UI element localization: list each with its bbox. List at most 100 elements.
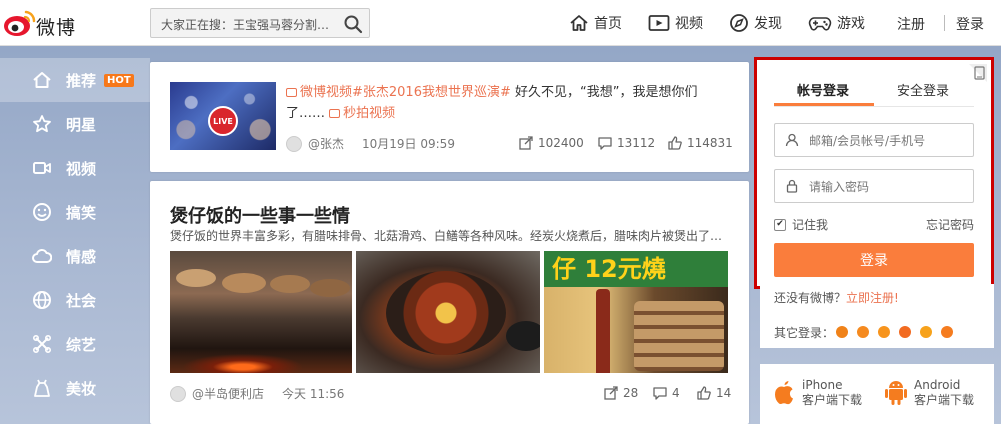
app-download-panel: iPhone 客户端下载 Android 客户端下载 (760, 364, 994, 424)
forgot-password-link[interactable]: 忘记密码 (926, 216, 974, 233)
post-image[interactable] (356, 251, 540, 373)
nav-discover[interactable]: 发现 (729, 12, 782, 34)
post-title[interactable]: 煲仔饭的一些事一些情 (170, 202, 350, 228)
login-link[interactable]: 登录 (956, 14, 984, 34)
iphone-download[interactable]: iPhone 客户端下载 (772, 378, 862, 408)
sidebar-item-label: 搞笑 (66, 203, 97, 222)
top-bar: 微博 大家正在搜：王宝强马蓉分割… 首页 视频 发现 游戏 注册 登录 (0, 0, 1001, 46)
topic-link[interactable]: 微博视频#张杰2016我想世界巡演# (300, 85, 511, 100)
sidebar-item-emotion[interactable]: 情感 (0, 234, 150, 278)
nav-games-label: 游戏 (837, 16, 865, 32)
register-now-link[interactable]: 立即注册! (846, 291, 899, 305)
home-icon (33, 72, 51, 88)
comment-count: 4 (672, 386, 680, 400)
live-badge: LIVE (208, 106, 238, 136)
nav-games[interactable]: 游戏 (808, 12, 865, 34)
sidebar-item-variety[interactable]: 综艺 (0, 322, 150, 366)
hot-badge: HOT (104, 73, 134, 87)
no-account-text: 还没有微博？ (774, 291, 847, 305)
sina-icon[interactable] (899, 326, 911, 338)
login-button[interactable]: 登录 (774, 243, 974, 277)
video-thumbnail[interactable]: LIVE (170, 82, 276, 150)
share-icon (519, 136, 533, 150)
username-field[interactable]: 邮箱/会员帐号/手机号 (774, 123, 974, 157)
sidebar-item-label: 情感 (66, 247, 97, 266)
login-panel: 帐号登录 安全登录 邮箱/会员帐号/手机号 请输入密码 ✔ 记住我 忘记密码 登… (754, 57, 994, 289)
weibo-logo[interactable]: 微博 (0, 6, 90, 40)
share-button[interactable]: 102400 (519, 136, 584, 150)
sidebar-item-label: 综艺 (66, 335, 97, 354)
compass-icon (730, 14, 748, 32)
android-text: Android 客户端下载 (914, 378, 974, 408)
sidebar-item-society[interactable]: 社会 (0, 278, 150, 322)
comment-icon (598, 137, 612, 150)
star-icon (33, 115, 51, 133)
avatar[interactable] (170, 385, 186, 402)
post-description: 煲仔饭的世界丰富多彩，有腊味排骨、北菇滑鸡、白鳝等各种风味。经炭火烧煮后，腊味肉… (170, 229, 723, 243)
feed-card[interactable]: LIVE 微博视频#张杰2016我想世界巡演# 好久不见，“我想”，我是想你们了… (150, 62, 749, 172)
iphone-text: iPhone 客户端下载 (802, 378, 862, 408)
author-link[interactable]: @张杰 (308, 135, 344, 152)
qq-icon[interactable] (857, 326, 869, 338)
comment-count: 13112 (617, 136, 656, 150)
smile-icon (33, 203, 51, 221)
user-icon (785, 133, 799, 147)
post-meta: @张杰 10月19日 09:59 (286, 135, 455, 152)
video-icon (648, 15, 670, 31)
gamepad-icon (808, 17, 832, 31)
tianya-icon[interactable] (941, 326, 953, 338)
feed-card[interactable]: 煲仔饭的一些事一些情 煲仔饭的世界丰富多彩，有腊味排骨、北菇滑鸡、白鳝等各种风味… (150, 181, 749, 424)
like-count: 14 (716, 386, 732, 400)
post-meta: @半岛便利店 今天 11:56 (170, 385, 344, 402)
sidebar-item-funny[interactable]: 搞笑 (0, 190, 150, 234)
post-image[interactable]: 仔 12元燒 (544, 251, 728, 373)
password-placeholder: 请输入密码 (809, 179, 870, 194)
search-icon[interactable] (343, 14, 363, 34)
password-field[interactable]: 请输入密码 (774, 169, 974, 203)
comment-button[interactable]: 4 (653, 386, 680, 400)
qr-login-icon[interactable] (969, 64, 987, 82)
post-image[interactable] (170, 251, 352, 373)
miaopai-link[interactable]: 秒拍视频 (343, 106, 395, 121)
sidebar-item-label: 视频 (66, 159, 97, 178)
author-link[interactable]: @半岛便利店 (192, 385, 264, 402)
remember-me[interactable]: ✔ 记住我 (774, 216, 828, 233)
like-button[interactable]: 114831 (668, 136, 733, 150)
sidebar-item-beauty[interactable]: 美妆 (0, 366, 150, 410)
taobao-icon[interactable] (836, 326, 848, 338)
apple-icon (775, 381, 793, 405)
shop-sign-text: 仔 12元燒 (544, 251, 728, 287)
sidebar-item-recommend[interactable]: 推荐 HOT (0, 58, 150, 102)
tab-account-login[interactable]: 帐号登录 (797, 80, 849, 99)
tab-secure-login[interactable]: 安全登录 (897, 80, 949, 99)
like-button[interactable]: 14 (697, 386, 731, 400)
nav-home[interactable]: 首页 (569, 12, 622, 34)
register-prompt: 还没有微博？立即注册! (774, 289, 899, 306)
sidebar-item-label: 推荐 (66, 71, 97, 90)
thumbs-up-icon (668, 136, 682, 150)
register-link[interactable]: 注册 (897, 14, 925, 34)
share-button[interactable]: 28 (604, 386, 638, 400)
search-box[interactable]: 大家正在搜：王宝强马蓉分割… (150, 8, 370, 38)
post-text: 微博视频#张杰2016我想世界巡演# 好久不见，“我想”，我是想你们了…… 秒拍… (286, 82, 734, 124)
android-download[interactable]: Android 客户端下载 (884, 378, 974, 408)
remember-checkbox[interactable]: ✔ (774, 218, 786, 231)
video-link-icon (286, 88, 297, 97)
comment-button[interactable]: 13112 (598, 136, 655, 150)
video-icon (33, 162, 51, 174)
android-icon (885, 381, 907, 405)
sidebar-item-video[interactable]: 视频 (0, 146, 150, 190)
share-count: 28 (623, 386, 639, 400)
search-input[interactable]: 大家正在搜：王宝强马蓉分割… (161, 16, 336, 33)
iphone-sub: 客户端下载 (802, 393, 863, 407)
360-icon[interactable] (920, 326, 932, 338)
nav-home-label: 首页 (594, 16, 622, 32)
nav-video[interactable]: 视频 (648, 12, 703, 34)
post-time: 10月19日 09:59 (362, 137, 455, 151)
avatar[interactable] (286, 135, 302, 152)
lock-icon (786, 179, 798, 193)
sidebar-item-stars[interactable]: 明星 (0, 102, 150, 146)
thumbs-up-icon (697, 386, 711, 400)
sidebar-item-label: 明星 (66, 115, 97, 134)
baidu-icon[interactable] (878, 326, 890, 338)
